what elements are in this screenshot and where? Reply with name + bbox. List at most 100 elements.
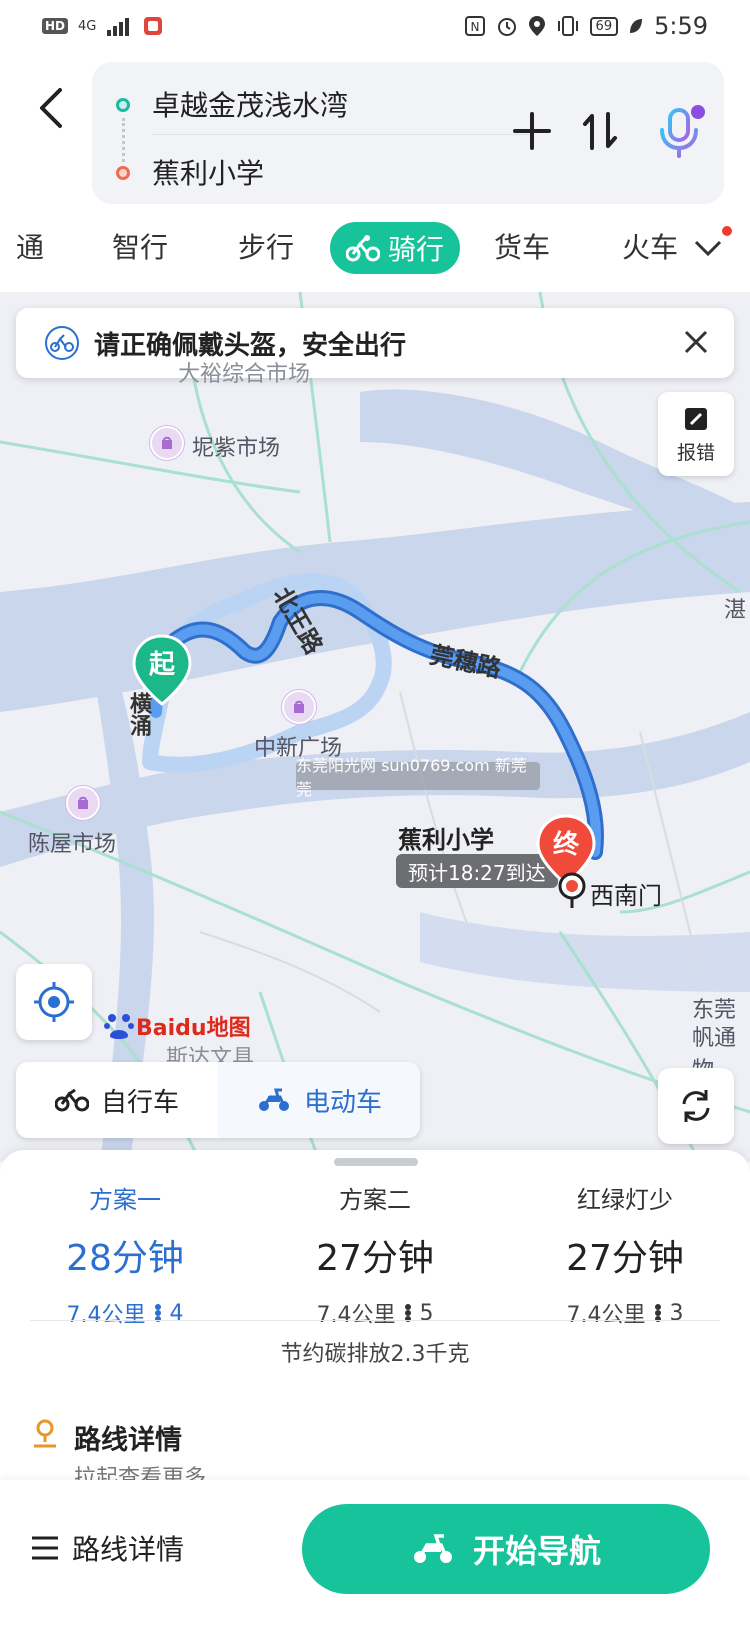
scooter-icon — [258, 1088, 289, 1111]
baidu-paw-icon — [104, 1014, 134, 1039]
baidu-logo-text: Baidu地图 — [136, 1016, 251, 1041]
plan-option-3[interactable]: 红绿灯少 27分钟 7.4公里 3 — [500, 1180, 750, 1329]
start-navigation-label: 开始导航 — [472, 1532, 601, 1570]
plan-distance: 7.4公里 — [566, 1303, 646, 1328]
gate-label: 西南门 — [590, 882, 662, 910]
plan-duration: 28分钟 — [66, 1238, 184, 1279]
start-location-field[interactable]: 卓越金茂浅水湾 — [152, 84, 348, 124]
end-pin-label: 终 — [552, 830, 579, 860]
route-input-box: 卓越金茂浅水湾 蕉利小学 — [92, 62, 724, 204]
report-error-label: 报错 — [676, 441, 715, 464]
location-icon — [528, 16, 545, 36]
start-pin[interactable]: 起 — [132, 634, 192, 706]
voice-assistant-icon[interactable] — [654, 102, 706, 158]
status-bar: HD 4G N 69 5:59 — [0, 0, 750, 52]
vehicle-bicycle-label: 自行车 — [100, 1087, 179, 1118]
destination-label: 蕉利小学 — [398, 826, 494, 854]
tab-truck[interactable]: 货车 — [494, 226, 550, 266]
tab-smart[interactable]: 智行 — [112, 226, 168, 266]
end-location-field[interactable]: 蕉利小学 — [152, 152, 264, 192]
plan-meta: 7.4公里 5 — [250, 1297, 500, 1329]
clock: 5:59 — [654, 12, 708, 40]
hd-badge: HD — [42, 18, 69, 34]
edit-icon — [685, 407, 707, 430]
plan-traffic-lights: 4 — [169, 1300, 184, 1326]
chevron-down-icon[interactable] — [690, 230, 726, 266]
bottom-action-bar: 路线详情 开始导航 — [0, 1480, 750, 1625]
map-view[interactable]: 请正确佩戴头盔，安全出行 大裕综合市场 报错 坭紫市场 湛 北王路 莞穗路 横涌… — [0, 292, 750, 1162]
watermark: 东莞阳光网 sun0769.com 新莞莞 — [296, 756, 540, 799]
leaf-icon — [630, 19, 643, 33]
plan-distance: 7.4公里 — [66, 1303, 146, 1328]
scooter-icon — [413, 1534, 452, 1563]
alarm-icon — [497, 18, 516, 36]
plan-distance: 7.4公里 — [316, 1303, 396, 1328]
sheet-drag-handle[interactable] — [334, 1158, 418, 1166]
nfc-icon: N — [464, 16, 485, 36]
route-detail-hint: 拉起查看更多 — [74, 1466, 207, 1482]
map-label-market-top: 大裕综合市场 — [178, 362, 311, 387]
helmet-notice: 请正确佩戴头盔，安全出行 — [16, 308, 734, 378]
market-chen-poi-icon[interactable] — [66, 786, 100, 820]
vehicle-ebike-label: 电动车 — [303, 1087, 382, 1118]
start-navigation-button[interactable]: 开始导航 — [302, 1504, 710, 1594]
market-poi-icon[interactable] — [150, 426, 184, 460]
app-notification-icon — [144, 17, 163, 35]
route-detail-icon — [34, 1419, 56, 1448]
bicycle-icon — [54, 1088, 89, 1112]
signal-icon — [107, 18, 130, 36]
crosshair-icon — [34, 982, 74, 1022]
notification-dot — [722, 226, 732, 236]
sheet-divider — [30, 1320, 720, 1321]
locate-me-button[interactable] — [16, 964, 92, 1040]
field-divider — [152, 134, 532, 135]
vehicle-bicycle-option[interactable]: 自行车 — [16, 1062, 218, 1138]
add-waypoint-icon[interactable] — [512, 108, 552, 154]
plan-name: 方案二 — [339, 1186, 411, 1214]
start-pin-label: 起 — [148, 650, 175, 680]
travel-mode-tabs: 通 智行 步行 骑行 货车 火车 — [0, 218, 750, 286]
route-detail-button[interactable]: 路线详情 — [30, 1520, 184, 1576]
start-dot-icon — [116, 98, 130, 112]
swap-icon[interactable] — [580, 108, 620, 154]
carbon-saving-text: 节约碳排放2.3千克 — [280, 1342, 470, 1367]
tab-cycling-label: 骑行 — [387, 233, 444, 266]
baidu-logo: Baidu地图 — [104, 1010, 251, 1042]
plan-meta: 7.4公里 3 — [500, 1297, 750, 1329]
route-detail-button-label: 路线详情 — [72, 1533, 185, 1566]
plan-duration: 27分钟 — [316, 1238, 434, 1279]
route-connector — [122, 118, 125, 162]
report-error-button[interactable]: 报错 — [658, 392, 734, 476]
vehicle-ebike-option[interactable]: 电动车 — [218, 1062, 420, 1138]
bike-notice-icon — [45, 326, 79, 360]
map-label-edge-zhan: 湛 — [724, 598, 747, 623]
tab-walk[interactable]: 步行 — [238, 226, 294, 266]
map-label-market-chen: 陈屋市场 — [28, 832, 117, 857]
route-plans-sheet: 方案一 28分钟 7.4公里 4 方案二 27分钟 7.4公里 5 红绿灯少 2… — [0, 1150, 750, 1482]
close-icon[interactable] — [682, 328, 710, 356]
list-icon — [32, 1536, 58, 1560]
plan-option-2[interactable]: 方案二 27分钟 7.4公里 5 — [250, 1180, 500, 1329]
plan-duration: 27分钟 — [566, 1238, 684, 1279]
refresh-route-button[interactable] — [658, 1068, 734, 1144]
plan-traffic-lights: 5 — [419, 1300, 434, 1326]
vehicle-type-switch: 自行车 电动车 — [16, 1062, 420, 1138]
tab-transit[interactable]: 通 — [16, 226, 44, 266]
gate-marker-icon[interactable] — [556, 872, 588, 910]
tab-cycling[interactable]: 骑行 — [330, 222, 460, 274]
tab-train[interactable]: 火车 — [622, 226, 684, 266]
back-arrow-icon[interactable] — [30, 78, 70, 138]
route-header: 卓越金茂浅水湾 蕉利小学 — [0, 56, 750, 206]
plan-name: 方案一 — [89, 1186, 161, 1214]
bike-icon — [345, 235, 380, 262]
battery-indicator: 69 — [589, 16, 619, 36]
eta-chip: 预计18:27到达 — [396, 854, 558, 888]
vibrate-icon — [557, 16, 578, 36]
map-label-market-ni: 坭紫市场 — [192, 436, 281, 461]
network-label: 4G — [78, 18, 97, 34]
plan-option-1[interactable]: 方案一 28分钟 7.4公里 4 — [0, 1180, 250, 1329]
plan-name: 红绿灯少 — [577, 1186, 673, 1214]
svg-text:N: N — [470, 20, 479, 34]
mall-poi-icon[interactable] — [282, 690, 316, 724]
route-detail-title[interactable]: 路线详情 — [74, 1418, 182, 1457]
